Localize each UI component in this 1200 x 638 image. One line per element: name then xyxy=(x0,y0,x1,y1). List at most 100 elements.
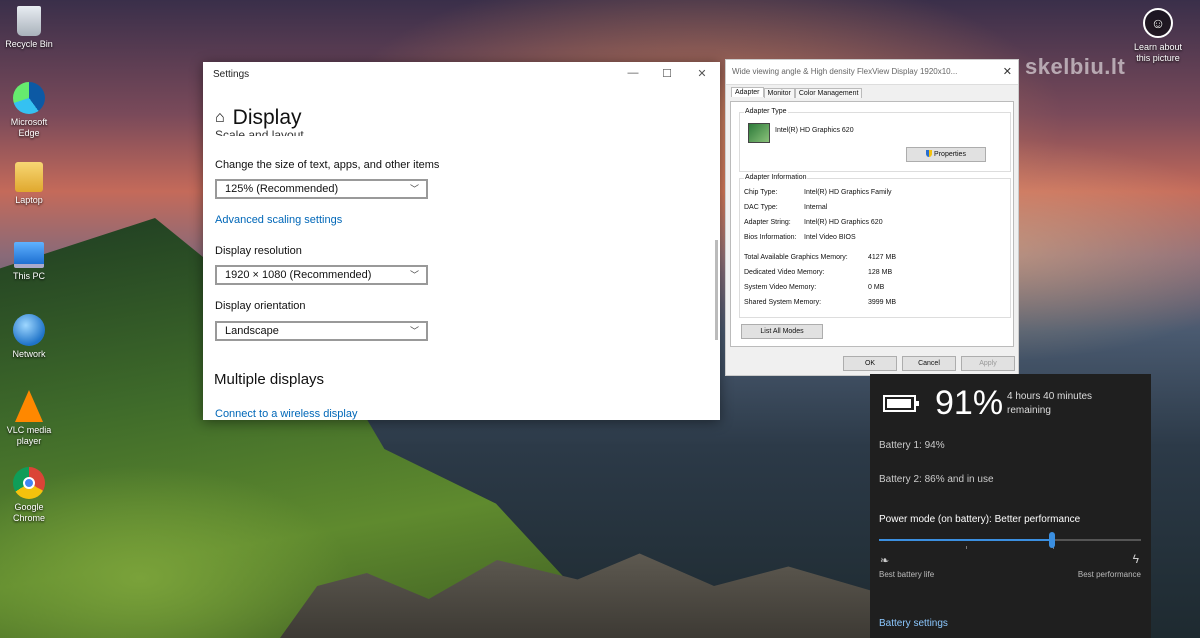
battery-remaining: 4 hours 40 minutes remaining xyxy=(1007,391,1093,416)
settings-titlebar[interactable]: Settings — ☐ ✕ xyxy=(203,62,720,88)
desktop-icon-edge[interactable]: Microsoft Edge xyxy=(2,82,56,139)
best-performance-label: Best performance xyxy=(1077,570,1141,579)
scale-value: 125% (Recommended) xyxy=(225,183,339,195)
cancel-button[interactable]: Cancel xyxy=(902,356,956,371)
memory-value: 128 MB xyxy=(868,269,893,276)
desktop-icon-network[interactable]: Network xyxy=(2,314,56,360)
user-folder-icon xyxy=(15,162,43,192)
adapter-window-title: Wide viewing angle & High density FlexVi… xyxy=(732,67,958,76)
chevron-down-icon: ﹀ xyxy=(409,184,419,194)
resolution-value: 1920 × 1080 (Recommended) xyxy=(225,269,372,281)
learn-about-label: Learn about this picture xyxy=(1133,42,1183,63)
chrome-icon xyxy=(13,467,45,499)
memory-row: Shared System Memory: 3999 MB xyxy=(744,299,896,306)
power-mode-slider[interactable] xyxy=(879,532,1141,549)
info-value: Intel(R) HD Graphics Family xyxy=(804,189,892,196)
info-row: Chip Type: Intel(R) HD Graphics Family xyxy=(744,189,892,196)
info-key: Chip Type: xyxy=(744,189,778,196)
leaf-icon: ❧ xyxy=(880,555,890,567)
network-icon xyxy=(13,314,45,346)
settings-window: Settings — ☐ ✕ ⌂ Display Scale and layout… xyxy=(203,62,720,420)
orientation-label: Display orientation xyxy=(215,300,306,312)
slider-fill xyxy=(879,539,1052,541)
advanced-scaling-link[interactable]: Advanced scaling settings xyxy=(215,214,342,226)
desktop-icon-label: Recycle Bin xyxy=(5,39,53,49)
desktop-icon-recycle-bin[interactable]: Recycle Bin xyxy=(2,6,56,50)
desktop-icon-laptop[interactable]: Laptop xyxy=(2,162,56,206)
power-mode-label: Power mode (on battery): Better performa… xyxy=(879,514,1081,525)
info-value: Intel(R) HD Graphics 620 xyxy=(804,219,883,226)
memory-value: 0 MB xyxy=(868,284,885,291)
home-icon[interactable]: ⌂ xyxy=(215,109,225,126)
info-row: Bios Information: Intel Video BIOS xyxy=(744,234,856,241)
minimize-button[interactable]: — xyxy=(623,67,643,79)
scale-label: Change the size of text, apps, and other… xyxy=(215,159,440,171)
resolution-dropdown[interactable]: 1920 × 1080 (Recommended) ﹀ xyxy=(215,265,428,285)
properties-label: Properties xyxy=(934,151,966,158)
info-row: Adapter String: Intel(R) HD Graphics 620 xyxy=(744,219,883,226)
recycle-bin-icon xyxy=(17,6,41,36)
battery-1-status: Battery 1: 94% xyxy=(879,440,945,451)
memory-key: Dedicated Video Memory: xyxy=(744,269,825,276)
info-value: Internal xyxy=(804,204,828,211)
adapter-type-group: Adapter Type Intel(R) HD Graphics 620 Pr… xyxy=(739,108,1011,172)
tab-color-management[interactable]: Color Management xyxy=(794,88,863,98)
desktop-icon-label: This PC xyxy=(12,271,45,281)
desktop-icon-label: VLC media player xyxy=(6,425,52,446)
info-key: DAC Type: xyxy=(744,204,778,211)
adapter-titlebar[interactable]: Wide viewing angle & High density FlexVi… xyxy=(726,60,1018,85)
close-button[interactable]: ✕ xyxy=(1003,65,1012,78)
memory-row: Dedicated Video Memory: 128 MB xyxy=(744,269,892,276)
info-value: Intel Video BIOS xyxy=(804,234,856,241)
adapter-tabs: Adapter Monitor Color Management xyxy=(731,87,863,101)
page-title: ⌂ Display xyxy=(215,106,302,130)
slider-tick xyxy=(966,546,967,549)
desktop-icon-this-pc[interactable]: This PC xyxy=(2,236,56,282)
battery-percent: 91% xyxy=(935,384,1004,422)
apply-button[interactable]: Apply xyxy=(961,356,1015,371)
lightning-icon: ϟ xyxy=(1132,552,1139,566)
scale-layout-heading: Scale and layout xyxy=(215,128,304,136)
memory-row: Total Available Graphics Memory: 4127 MB xyxy=(744,254,896,261)
desktop-icon-label: Google Chrome xyxy=(12,502,45,523)
chevron-down-icon: ﹀ xyxy=(409,270,419,280)
orientation-value: Landscape xyxy=(225,325,279,337)
info-row: DAC Type: Internal xyxy=(744,204,827,211)
desktop-icon-vlc[interactable]: VLC media player xyxy=(2,390,56,447)
multiple-displays-heading: Multiple displays xyxy=(214,371,325,388)
wireless-display-link[interactable]: Connect to a wireless display xyxy=(215,408,357,420)
slider-thumb[interactable] xyxy=(1048,532,1055,548)
ok-button[interactable]: OK xyxy=(843,356,897,371)
desktop-icon-label: Microsoft Edge xyxy=(10,117,48,138)
best-battery-label: Best battery life xyxy=(879,570,935,579)
graphics-card-icon xyxy=(748,123,770,143)
desktop-icon-label: Laptop xyxy=(15,195,43,205)
watermark: skelbiu.lt xyxy=(1025,54,1126,79)
tab-monitor[interactable]: Monitor xyxy=(763,88,795,98)
computer-icon xyxy=(14,242,44,268)
uac-shield-icon xyxy=(926,150,933,157)
settings-scrollbar[interactable] xyxy=(715,240,718,340)
settings-window-title: Settings xyxy=(213,69,250,80)
camera-info-icon: ☺ xyxy=(1143,8,1173,38)
page-title-text: Display xyxy=(232,106,302,129)
close-button[interactable]: ✕ xyxy=(692,67,712,80)
memory-key: System Video Memory: xyxy=(744,284,817,291)
adapter-info-group: Adapter Information Chip Type: Intel(R) H… xyxy=(739,174,1011,318)
memory-value: 3999 MB xyxy=(868,299,897,306)
tab-adapter[interactable]: Adapter xyxy=(731,87,764,97)
resolution-label: Display resolution xyxy=(215,245,302,257)
scale-dropdown[interactable]: 125% (Recommended) ﹀ xyxy=(215,179,428,199)
memory-key: Total Available Graphics Memory: xyxy=(744,254,848,261)
adapter-tab-panel: Adapter Type Intel(R) HD Graphics 620 Pr… xyxy=(730,101,1014,347)
desktop-icon-label: Network xyxy=(12,349,46,359)
list-all-modes-button[interactable]: List All Modes xyxy=(741,324,823,339)
battery-settings-link[interactable]: Battery settings xyxy=(879,618,948,629)
adapter-name: Intel(R) HD Graphics 620 xyxy=(775,127,854,134)
maximize-button[interactable]: ☐ xyxy=(657,67,677,80)
properties-button[interactable]: Properties xyxy=(906,147,986,162)
battery-2-status: Battery 2: 86% and in use xyxy=(879,474,994,485)
learn-about-picture[interactable]: ☺ Learn about this picture xyxy=(1128,8,1188,64)
desktop-icon-chrome[interactable]: Google Chrome xyxy=(2,467,56,524)
orientation-dropdown[interactable]: Landscape ﹀ xyxy=(215,321,428,341)
